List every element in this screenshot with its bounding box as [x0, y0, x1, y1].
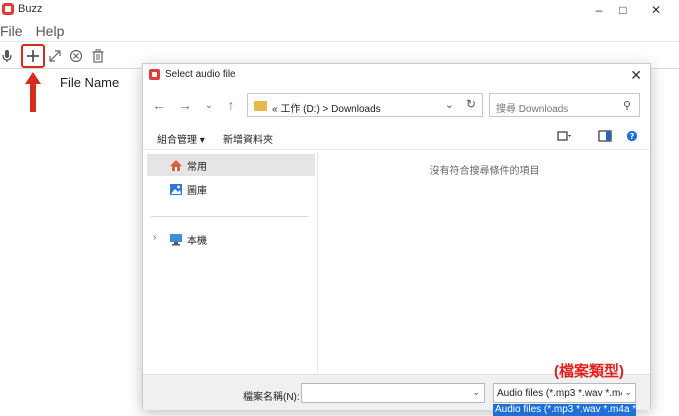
- dialog-close-icon[interactable]: ✕: [630, 67, 642, 84]
- menu-file[interactable]: File: [0, 23, 36, 39]
- command-bar: 組合管理 ▾ 新增資料夾 ?: [143, 124, 650, 150]
- filetype-option-text: Audio files (*.mp3 *.wav *.m4a *.ogg): [495, 404, 636, 415]
- dialog-title: Select audio file: [165, 69, 236, 80]
- nav-item-home[interactable]: 常用: [147, 154, 315, 176]
- nav-item-this-pc[interactable]: › 本機: [147, 228, 315, 250]
- preview-pane-icon[interactable]: [598, 130, 612, 142]
- address-dropdown-icon[interactable]: ⌄: [445, 98, 454, 111]
- filename-label: 檔案名稱(N):: [243, 392, 300, 403]
- nav-label-gallery: 圖庫: [187, 185, 207, 197]
- filetype-value: Audio files (*.mp3 *.wav *.m4a: [497, 388, 632, 399]
- address-path: « 工作 (D:) > Downloads: [272, 104, 381, 115]
- nav-divider: [151, 216, 309, 217]
- file-name-column-header: File Name: [60, 75, 120, 90]
- filename-dropdown-icon[interactable]: ⌄: [472, 387, 480, 398]
- recent-dropdown-icon[interactable]: ⌄: [199, 95, 219, 115]
- close-icon[interactable]: ✕: [633, 0, 679, 20]
- back-arrow-icon[interactable]: ←: [149, 95, 169, 115]
- dialog-titlebar: Select audio file ✕: [143, 64, 650, 86]
- forward-arrow-icon[interactable]: →: [175, 95, 195, 115]
- app-titlebar: Buzz – □ ✕: [0, 0, 679, 20]
- dialog-app-icon: [149, 69, 160, 80]
- gallery-icon: [170, 183, 182, 195]
- menu-bar: File Help: [0, 20, 679, 42]
- microphone-icon[interactable]: [0, 46, 17, 66]
- view-options-icon[interactable]: [557, 130, 571, 142]
- navigation-row: ← → ⌄ ↑ « 工作 (D:) > Downloads ⌄ ↻ 搜尋 Dow…: [143, 89, 650, 121]
- navigation-pane: 常用 圖庫 › 本機: [143, 152, 318, 374]
- expand-chevron-icon[interactable]: ›: [153, 232, 156, 243]
- folder-icon: [254, 101, 267, 111]
- app-title: Buzz: [18, 3, 43, 15]
- expand-icon[interactable]: [45, 46, 65, 66]
- help-icon[interactable]: ?: [625, 130, 639, 142]
- filetype-select[interactable]: Audio files (*.mp3 *.wav *.m4a ⌄: [493, 383, 636, 403]
- computer-icon: [170, 233, 182, 245]
- menu-help[interactable]: Help: [36, 23, 73, 39]
- nav-label-this-pc: 本機: [187, 235, 207, 247]
- refresh-icon[interactable]: ↻: [466, 97, 476, 111]
- up-arrow-icon[interactable]: ↑: [221, 95, 241, 115]
- file-list-area[interactable]: 沒有符合搜尋條件的項目: [319, 152, 650, 374]
- app-logo-icon: [2, 3, 14, 15]
- svg-text:?: ?: [630, 132, 634, 141]
- search-icon[interactable]: ⚲: [623, 99, 631, 112]
- filetype-annotation: (檔案類型): [554, 363, 624, 380]
- new-folder-button[interactable]: 新增資料夾: [223, 131, 273, 146]
- nav-item-gallery[interactable]: 圖庫: [147, 178, 315, 200]
- trash-icon[interactable]: [88, 46, 108, 66]
- search-placeholder: 搜尋 Downloads: [496, 104, 569, 115]
- home-icon: [170, 159, 182, 171]
- search-input[interactable]: 搜尋 Downloads ⚲: [489, 93, 640, 117]
- filetype-dropdown-icon[interactable]: ⌄: [622, 387, 632, 398]
- arrow-up-icon: [25, 72, 41, 112]
- highlight-box: [21, 44, 45, 68]
- filename-field[interactable]: ⌄: [301, 383, 485, 403]
- address-bar[interactable]: « 工作 (D:) > Downloads ⌄ ↻: [247, 93, 483, 117]
- cancel-icon[interactable]: [66, 46, 86, 66]
- nav-label-home: 常用: [187, 161, 207, 173]
- organize-button[interactable]: 組合管理 ▾: [157, 131, 205, 146]
- select-audio-dialog: Select audio file ✕ ← → ⌄ ↑ « 工作 (D:) > …: [142, 63, 651, 416]
- empty-message: 沒有符合搜尋條件的項目: [429, 166, 540, 177]
- filetype-option[interactable]: Audio files (*.mp3 *.wav *.m4a *.ogg): [493, 404, 636, 416]
